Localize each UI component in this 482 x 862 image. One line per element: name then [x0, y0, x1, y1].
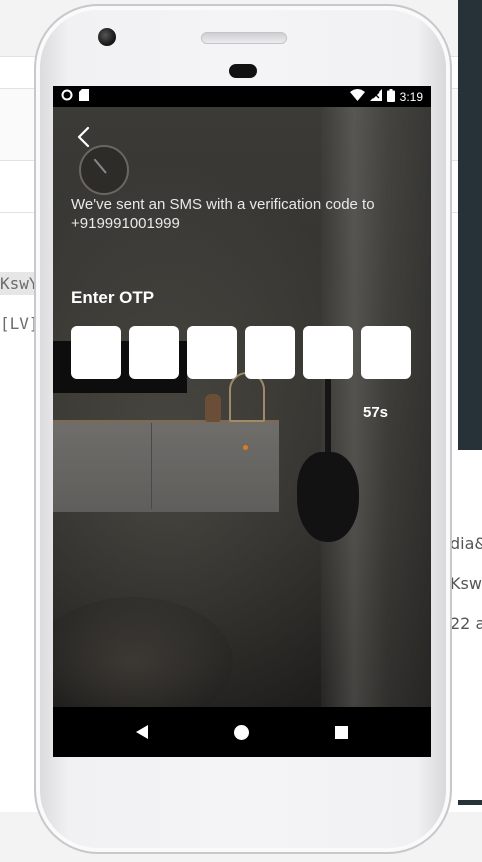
background-photo-lamp — [229, 372, 265, 422]
otp-digit-2[interactable] — [129, 326, 179, 379]
bg-text-fragment: Ksw — [450, 574, 482, 593]
bg-code-fragment: [LV] — [0, 314, 39, 333]
background-photo-light-dot — [243, 445, 248, 450]
front-camera — [98, 28, 116, 46]
bg-text-fragment: dia& — [450, 534, 482, 553]
nav-recents-icon[interactable] — [335, 725, 348, 739]
otp-verification-screen: We've sent an SMS with a verification co… — [53, 107, 431, 707]
nav-back-icon[interactable] — [136, 725, 148, 739]
sd-card-icon — [79, 89, 89, 104]
background-photo-cabinet — [53, 420, 279, 512]
navigation-bar — [53, 707, 431, 757]
otp-digit-4[interactable] — [245, 326, 295, 379]
nav-home-icon[interactable] — [234, 724, 249, 740]
bg-text-fragment: 22 a — [450, 614, 482, 633]
background-photo-cabinet-divider — [151, 423, 152, 509]
proximity-sensor — [229, 64, 257, 78]
circle-notification-icon — [61, 89, 73, 104]
wifi-icon — [349, 89, 365, 104]
background-photo-clock — [79, 145, 129, 195]
background-photo-vase — [205, 394, 221, 422]
resend-timer: 57s — [363, 404, 389, 421]
signal-icon — [369, 89, 382, 104]
background-photo-guitar — [297, 452, 359, 542]
otp-digit-5[interactable] — [303, 326, 353, 379]
otp-digit-3[interactable] — [187, 326, 237, 379]
battery-icon — [386, 88, 395, 105]
status-bar: 3:19 — [53, 86, 431, 107]
chevron-left-icon — [77, 126, 90, 148]
otp-label: Enter OTP — [71, 288, 155, 307]
earpiece-speaker — [201, 32, 287, 44]
back-button[interactable] — [69, 123, 97, 151]
otp-digit-1[interactable] — [71, 326, 121, 379]
otp-digit-6[interactable] — [361, 326, 411, 379]
status-time: 3:19 — [399, 89, 423, 104]
phone-screen: 3:19 We've sent an SMS with a verificati… — [53, 86, 431, 757]
otp-input-row — [71, 326, 411, 379]
bg-code-fragment: KswY — [0, 272, 39, 295]
sms-sent-message: We've sent an SMS with a verification co… — [71, 196, 375, 232]
